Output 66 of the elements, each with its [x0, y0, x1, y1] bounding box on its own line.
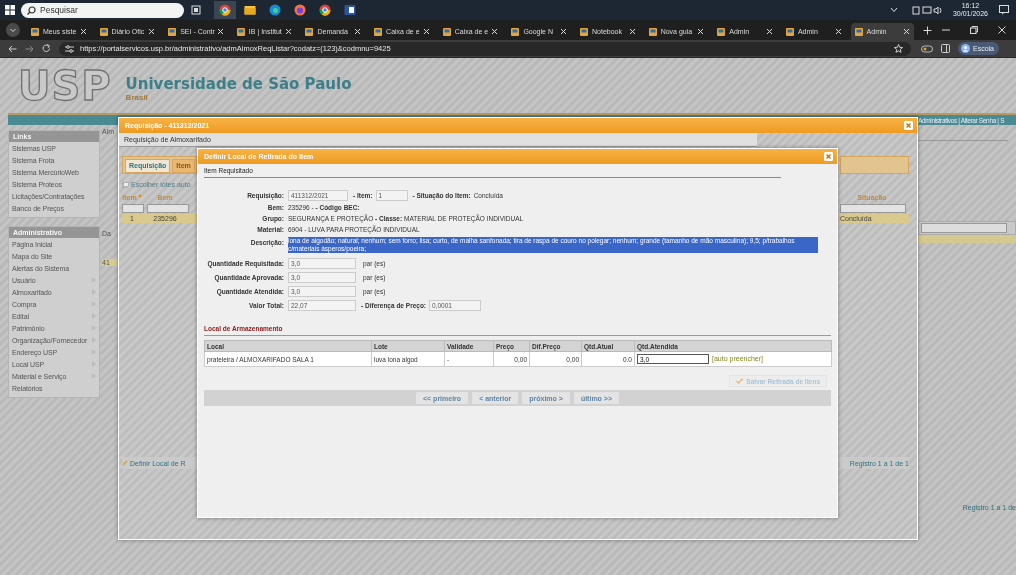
favicon-icon	[374, 27, 383, 36]
close-icon[interactable]	[354, 28, 362, 35]
close-icon[interactable]	[765, 28, 773, 35]
close-button[interactable]	[904, 121, 913, 130]
restore-icon[interactable]	[970, 26, 979, 34]
lots-icon	[122, 181, 129, 188]
tab-search-button[interactable]	[6, 23, 20, 37]
close-icon[interactable]	[79, 28, 87, 35]
close-icon[interactable]	[903, 28, 911, 35]
filter-field[interactable]	[147, 204, 189, 213]
favicon-icon	[236, 27, 245, 36]
extension-icon[interactable]	[921, 44, 933, 53]
site-info-icon[interactable]	[65, 44, 74, 53]
forward-icon[interactable]	[25, 44, 34, 53]
task-view-icon[interactable]	[191, 5, 201, 15]
chrome-icon[interactable]	[219, 4, 231, 16]
favicon-icon	[305, 27, 314, 36]
favicon-icon	[648, 27, 657, 36]
close-icon[interactable]	[285, 28, 293, 35]
favicon-icon	[785, 27, 794, 36]
back-icon[interactable]	[8, 44, 17, 53]
fox-icon[interactable]	[294, 4, 306, 16]
search-field[interactable]: Pesquisar	[21, 2, 184, 18]
site-subtitle: Brasil	[125, 93, 149, 102]
favicon-icon	[580, 27, 589, 36]
favicon-icon	[168, 27, 177, 36]
close-button[interactable]	[824, 152, 833, 161]
folder-icon[interactable]	[244, 4, 256, 16]
filter-field[interactable]	[921, 223, 1007, 233]
favicon-icon	[511, 27, 520, 36]
sort-icon	[137, 194, 142, 199]
favicon-icon	[442, 27, 451, 36]
tray-icons[interactable]	[911, 5, 942, 15]
search-icon	[27, 5, 36, 15]
close-icon[interactable]	[628, 28, 636, 35]
filter-field[interactable]	[122, 204, 144, 213]
close-icon[interactable]	[491, 28, 499, 35]
favicon-icon	[854, 27, 863, 36]
chevron-icon[interactable]	[889, 7, 898, 13]
close-icon[interactable]	[834, 28, 842, 35]
favicon-icon	[99, 27, 108, 36]
close-icon[interactable]	[148, 28, 156, 35]
pencil-icon	[122, 460, 128, 466]
filter-field[interactable]	[840, 204, 906, 213]
star-icon[interactable]	[894, 44, 903, 53]
favicon-icon	[30, 27, 39, 36]
document-icon[interactable]	[344, 4, 356, 16]
close-icon[interactable]	[216, 28, 224, 35]
chrome-icon[interactable]	[319, 4, 331, 16]
close-icon[interactable]	[998, 26, 1007, 34]
favicon-icon	[717, 27, 726, 36]
browser-icon[interactable]	[269, 4, 281, 16]
close-icon[interactable]	[697, 28, 705, 35]
minimize-icon[interactable]	[942, 26, 951, 34]
new-tab-icon[interactable]	[923, 25, 933, 35]
site-logo[interactable]: USP	[18, 67, 112, 104]
site-title: Universidade de São Paulo	[125, 75, 352, 93]
sidebar-icon[interactable]	[941, 44, 950, 53]
close-icon[interactable]	[560, 28, 568, 35]
notification-icon[interactable]	[999, 5, 1009, 15]
avatar-icon	[961, 44, 970, 53]
tab-bar	[840, 156, 909, 174]
reload-icon[interactable]	[42, 44, 51, 53]
check-icon	[736, 378, 744, 384]
close-icon[interactable]	[422, 28, 430, 35]
windows-icon[interactable]	[5, 5, 15, 15]
